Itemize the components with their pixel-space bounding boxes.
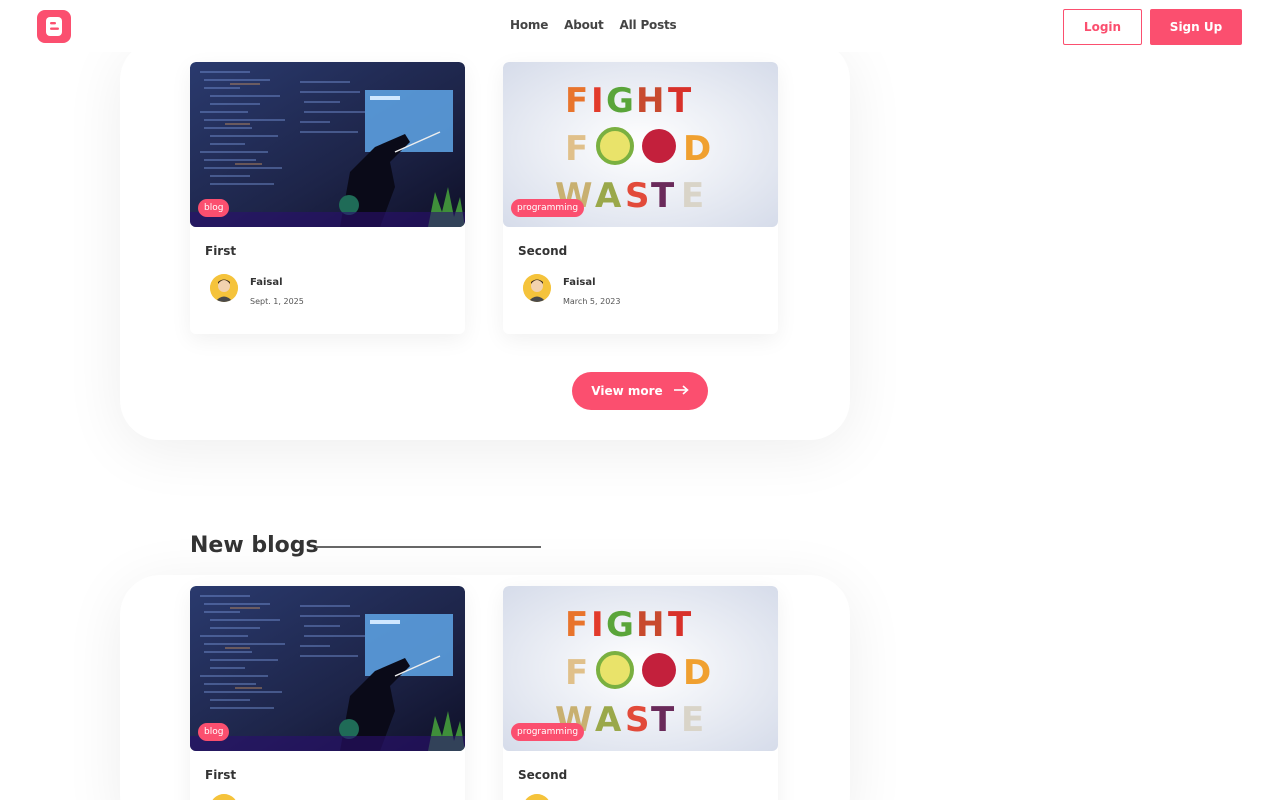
category-tag[interactable]: blog (198, 199, 230, 217)
author-avatar (523, 794, 551, 800)
svg-text:A: A (595, 700, 622, 740)
post-card[interactable]: FI GH T F D WA ST E programming Second F… (503, 62, 778, 334)
post-title[interactable]: Second (518, 244, 567, 258)
author-avatar (210, 794, 238, 800)
category-tag[interactable]: programming (511, 199, 585, 217)
svg-text:F: F (565, 81, 588, 121)
post-date: Sept. 1, 2025 (250, 297, 304, 306)
post-title[interactable]: Second (518, 768, 567, 782)
fight-food-waste-image: FI GH T F D WA ST E programming (503, 62, 778, 227)
author-name: Faisal (563, 277, 596, 288)
category-tag[interactable]: programming (511, 723, 585, 741)
svg-text:E: E (681, 700, 704, 740)
view-more-button[interactable]: View more (572, 372, 708, 410)
svg-text:F: F (565, 605, 588, 645)
author-avatar (523, 274, 551, 302)
svg-text:T: T (668, 81, 692, 121)
svg-text:D: D (683, 653, 711, 693)
author-name: Faisal (250, 277, 283, 288)
post-title[interactable]: First (205, 768, 236, 782)
arrow-right-icon (673, 384, 689, 398)
post-date: March 5, 2023 (563, 297, 621, 306)
author-avatar (210, 274, 238, 302)
code-screen-image: blog (190, 62, 465, 227)
svg-text:G: G (606, 81, 634, 121)
svg-text:A: A (595, 176, 622, 216)
post-card[interactable]: FI GH T F D WA ST E programming Second (503, 586, 778, 800)
svg-text:E: E (681, 176, 704, 216)
svg-text:T: T (668, 605, 692, 645)
blogger-logo-icon[interactable] (37, 10, 71, 43)
svg-text:T: T (651, 700, 675, 740)
svg-text:G: G (606, 605, 634, 645)
nav-about-link[interactable]: About (564, 18, 604, 32)
section-title: New blogs (190, 533, 319, 558)
login-button[interactable]: Login (1063, 9, 1142, 45)
post-title[interactable]: First (205, 244, 236, 258)
svg-text:S: S (625, 176, 650, 216)
svg-text:H: H (636, 81, 664, 121)
post-card[interactable]: blog First (190, 586, 465, 800)
top-navbar: Home About All Posts Login Sign Up (0, 0, 1280, 52)
nav-home-link[interactable]: Home (510, 18, 548, 32)
svg-text:I: I (591, 605, 604, 645)
post-card[interactable]: blog First Faisal Sept. 1, 2025 (190, 62, 465, 334)
svg-text:H: H (636, 605, 664, 645)
fight-food-waste-image: FI GH T F D WA ST E programming (503, 586, 778, 751)
svg-text:I: I (591, 81, 604, 121)
svg-text:D: D (683, 129, 711, 169)
main-nav: Home About All Posts (510, 18, 677, 32)
signup-button[interactable]: Sign Up (1150, 9, 1242, 45)
svg-text:F: F (565, 129, 588, 169)
code-screen-image: blog (190, 586, 465, 751)
svg-text:F: F (565, 653, 588, 693)
svg-text:S: S (625, 700, 650, 740)
section-divider (316, 546, 541, 548)
svg-text:T: T (651, 176, 675, 216)
view-more-label: View more (591, 384, 663, 398)
nav-all-posts-link[interactable]: All Posts (620, 18, 677, 32)
category-tag[interactable]: blog (198, 723, 230, 741)
